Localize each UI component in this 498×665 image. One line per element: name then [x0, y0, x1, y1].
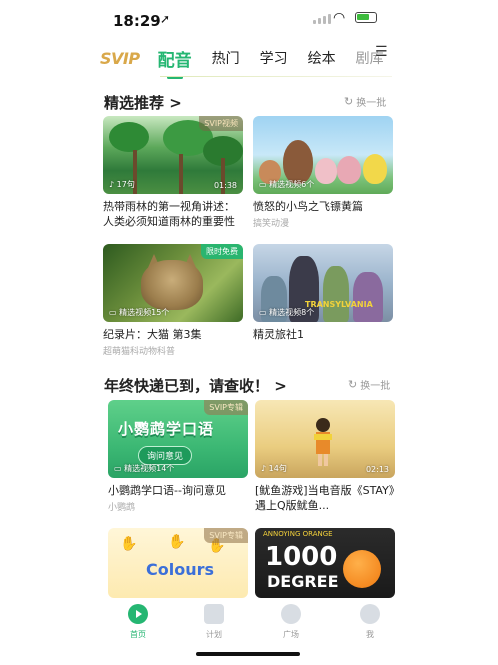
tab-hot[interactable]: 热门	[212, 48, 240, 68]
video-count-text: 精选视频14个	[124, 464, 175, 473]
video-thumbnail[interactable]: ANNOYING ORANGE 1000 DEGREE	[255, 528, 395, 598]
svip-album-badge: SVIP专辑	[204, 528, 248, 543]
video-count-text: 精选视频8个	[269, 308, 315, 317]
location-arrow-icon: ➚	[160, 12, 171, 26]
folder-icon: ▭	[259, 308, 267, 317]
folder-icon: ▭	[114, 464, 122, 473]
video-card[interactable]: ▭ 精选视频6个 愤怒的小鸟之飞镖黄篇 搞笑动漫	[253, 116, 393, 229]
folder-icon: ▭	[109, 308, 117, 317]
video-thumbnail[interactable]: ▭ 精选视频6个	[253, 116, 393, 194]
video-thumbnail[interactable]: TRANSYLVANIA ▭ 精选视频8个	[253, 244, 393, 322]
video-count: ▭ 精选视频14个	[114, 463, 174, 474]
card-title[interactable]: 热带雨林的第一视角讲述：人类必须知道雨林的重要性	[103, 199, 243, 229]
category-tabs: SVIP 配音 热门 学习 绘本 剧库	[100, 40, 400, 79]
card-subtitle: 小鹦鹉	[108, 503, 136, 513]
tab-dubbing[interactable]: 配音	[158, 46, 192, 79]
svip-tab[interactable]: SVIP	[100, 49, 140, 68]
home-indicator[interactable]	[196, 652, 300, 656]
poster-banner: 小鹦鹉学口语	[118, 420, 215, 438]
sentence-count-text: 14句	[268, 464, 287, 473]
hand-print-icon: ✋	[168, 534, 186, 550]
refresh-label: 换一批	[360, 381, 391, 392]
video-card[interactable]: ♪ 14句 02:13 [鱿鱼游戏]当电音版《STAY》遇上Q版鱿鱼...	[255, 400, 395, 513]
poster-text: Colours	[146, 560, 215, 579]
profile-icon	[360, 604, 380, 624]
poster-big-text: 1000	[265, 542, 338, 572]
video-card[interactable]: SVIP视频 ♪ 17句 01:38 热带雨林的第一视角讲述：人类必须知道雨林的…	[103, 116, 243, 229]
card-subtitle: 超萌猫科动物科普	[103, 347, 176, 357]
card-title[interactable]: 精灵旅社1	[253, 327, 393, 342]
video-count: ▭ 精选视频15个	[109, 307, 169, 318]
card-title[interactable]: 纪录片：大猫 第3集	[103, 327, 243, 342]
video-count-text: 精选视频15个	[119, 308, 170, 317]
poster-text: TRANSYLVANIA	[305, 300, 373, 309]
video-thumbnail[interactable]: SVIP视频 ♪ 17句 01:38	[103, 116, 243, 194]
refresh-button[interactable]: ↻ 换一批	[348, 377, 390, 392]
sentence-count: ♪ 17句	[109, 179, 135, 190]
doll-illustration	[314, 418, 332, 466]
sentence-count-text: 17句	[116, 180, 135, 189]
home-play-icon	[128, 604, 148, 624]
nav-label: 首页	[130, 630, 146, 639]
nav-label: 我	[366, 630, 374, 639]
section-delivery-label: 年终快递已到，请查收！	[104, 377, 270, 395]
nav-square[interactable]: 广场	[271, 604, 311, 640]
video-card[interactable]: TRANSYLVANIA ▭ 精选视频8个 精灵旅社1	[253, 244, 393, 342]
svip-badge: SVIP视频	[199, 116, 243, 131]
card-title[interactable]: 愤怒的小鸟之飞镖黄篇	[253, 199, 393, 214]
nav-me[interactable]: 我	[350, 604, 390, 640]
bottom-nav: 首页 计划 广场 我	[0, 598, 498, 648]
sentence-count: ♪ 14句	[261, 463, 287, 474]
status-time: 18:29	[113, 12, 161, 30]
poster-logo: ANNOYING ORANGE	[263, 530, 333, 538]
tab-picture-book[interactable]: 绘本	[308, 48, 336, 68]
tab-divider	[160, 76, 392, 77]
video-count-text: 精选视频6个	[269, 180, 315, 189]
poster-small-text: DEGREE	[267, 572, 339, 591]
free-badge: 限时免费	[201, 244, 243, 259]
card-title[interactable]: [鱿鱼游戏]当电音版《STAY》遇上Q版鱿鱼...	[255, 483, 395, 513]
mic-icon: ♪	[109, 180, 115, 189]
video-thumbnail[interactable]: 限时免费 ▭ 精选视频15个	[103, 244, 243, 322]
section-featured-label: 精选推荐	[104, 94, 165, 112]
mic-icon: ♪	[261, 464, 267, 473]
video-thumbnail[interactable]: ♪ 14句 02:13	[255, 400, 395, 478]
duration: 02:13	[365, 465, 389, 474]
refresh-label: 换一批	[356, 98, 387, 109]
nav-plan[interactable]: 计划	[194, 604, 234, 640]
video-card[interactable]: 小鹦鹉学口语 询问意见 SVIP专辑 ▭ 精选视频14个 小鹦鹉学口语--询问意…	[108, 400, 248, 513]
video-card[interactable]: ✋ ✋ ✋ Colours SVIP专辑	[108, 528, 248, 598]
refresh-button[interactable]: ↻ 换一批	[344, 94, 386, 109]
menu-icon[interactable]: ☰	[375, 44, 388, 60]
card-subtitle: 搞笑动漫	[253, 219, 290, 229]
nav-label: 计划	[206, 630, 222, 639]
signal-icon	[313, 14, 331, 24]
duration: 01:38	[213, 181, 237, 190]
refresh-icon: ↻	[344, 95, 354, 108]
video-count: ▭ 精选视频8个	[259, 307, 314, 318]
video-card[interactable]: ANNOYING ORANGE 1000 DEGREE	[255, 528, 395, 598]
video-thumbnail[interactable]: 小鹦鹉学口语 询问意见 SVIP专辑 ▭ 精选视频14个	[108, 400, 248, 478]
wifi-icon: ◠	[333, 10, 346, 26]
folder-icon: ▭	[259, 180, 267, 189]
plan-book-icon	[204, 604, 224, 624]
video-count: ▭ 精选视频6个	[259, 179, 314, 190]
video-thumbnail[interactable]: ✋ ✋ ✋ Colours SVIP专辑	[108, 528, 248, 598]
hand-print-icon: ✋	[120, 536, 138, 552]
tab-study[interactable]: 学习	[260, 48, 288, 68]
square-icon	[281, 604, 301, 624]
chevron-right-icon: >	[169, 94, 182, 112]
section-featured-title[interactable]: 精选推荐 >	[104, 92, 182, 113]
chevron-right-icon: >	[274, 377, 287, 395]
nav-home[interactable]: 首页	[118, 604, 158, 640]
refresh-icon: ↻	[348, 378, 358, 391]
video-card[interactable]: 限时免费 ▭ 精选视频15个 纪录片：大猫 第3集 超萌猫科动物科普	[103, 244, 243, 357]
section-delivery-title[interactable]: 年终快递已到，请查收！ >	[104, 375, 287, 396]
svip-album-badge: SVIP专辑	[204, 400, 248, 415]
nav-label: 广场	[283, 630, 299, 639]
orange-character	[343, 550, 381, 588]
status-bar: 18:29 ➚ ◠	[0, 0, 498, 40]
battery-charging-icon	[355, 12, 377, 23]
card-title[interactable]: 小鹦鹉学口语--询问意见	[108, 483, 248, 498]
